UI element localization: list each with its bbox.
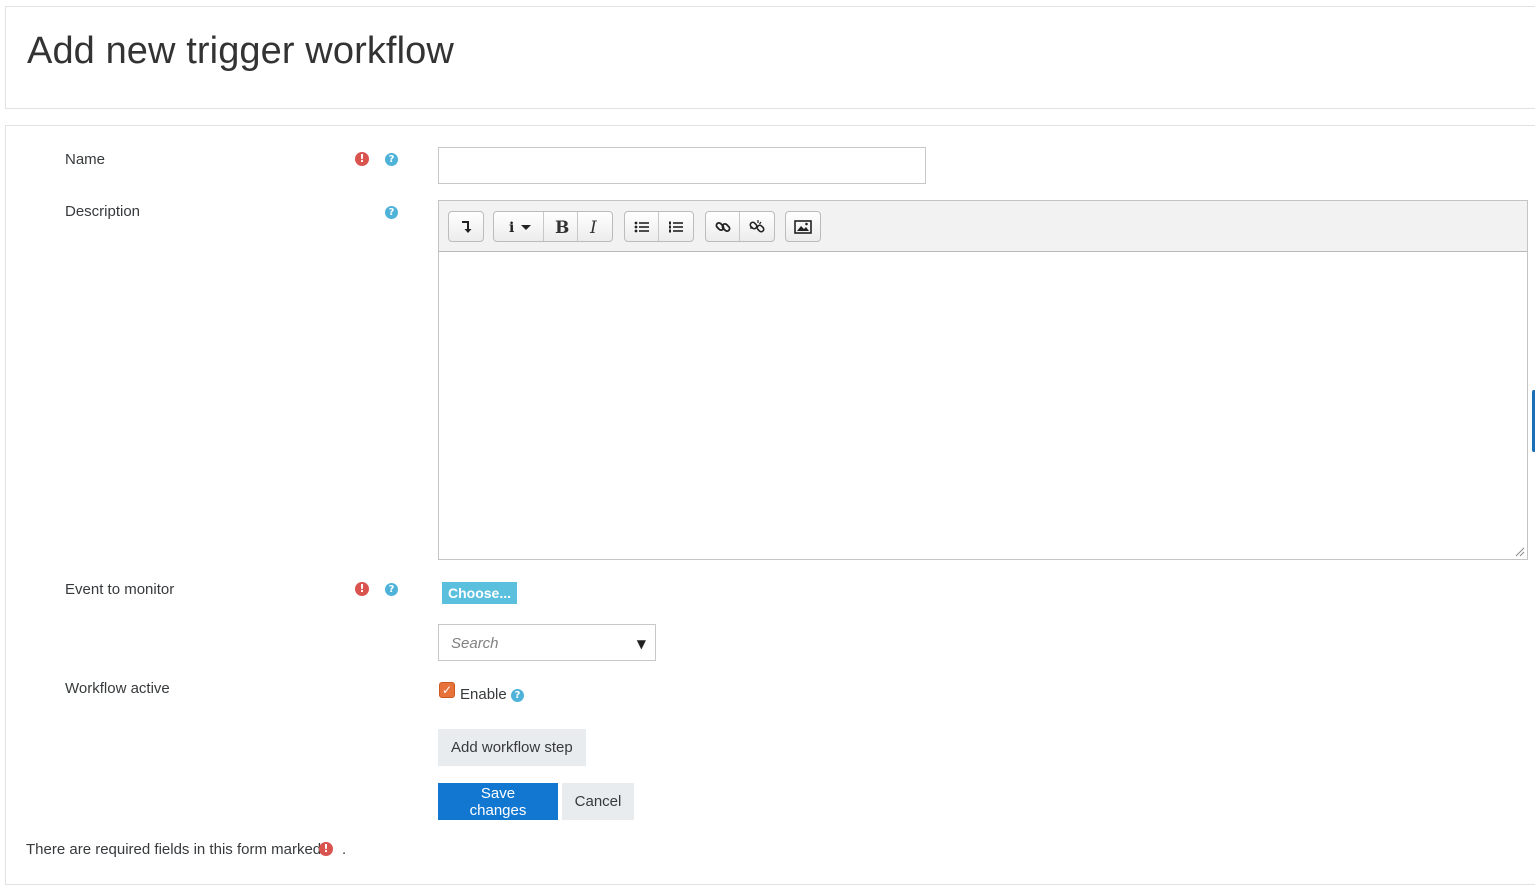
bold-icon[interactable]: B (544, 212, 578, 241)
svg-text:I: I (589, 218, 597, 236)
required-note-period: . (342, 841, 347, 858)
save-button[interactable]: Save changes (438, 783, 558, 820)
page-header: Add new trigger workflow (5, 6, 1535, 109)
enable-label: Enable (460, 686, 507, 703)
unlink-icon[interactable] (740, 212, 774, 241)
toolbar-group-list (624, 211, 694, 242)
help-icon[interactable]: ? (511, 689, 524, 702)
page-title: Add new trigger workflow (27, 30, 454, 72)
event-label: Event to monitor (65, 581, 175, 598)
name-input[interactable] (438, 147, 926, 184)
collapse-toolbar-icon[interactable] (449, 212, 483, 241)
description-label: Description (65, 203, 141, 220)
paragraph-styles-icon[interactable]: i (494, 212, 544, 241)
required-icon: ! (355, 152, 369, 166)
svg-text:i: i (509, 220, 514, 235)
required-icon: ! (355, 582, 369, 596)
help-icon[interactable]: ? (385, 206, 398, 219)
toolbar-group-image (785, 211, 821, 242)
unordered-list-icon[interactable] (625, 212, 659, 241)
ordered-list-icon[interactable] (659, 212, 693, 241)
link-icon[interactable] (706, 212, 740, 241)
italic-icon[interactable]: I (578, 212, 612, 241)
image-icon[interactable] (786, 212, 820, 241)
resize-grip-icon[interactable] (1513, 545, 1525, 557)
svg-text:B: B (555, 218, 569, 236)
choose-event-button[interactable]: Choose... (442, 582, 518, 604)
help-icon[interactable]: ? (385, 153, 398, 166)
event-search-select[interactable]: Search ▼ (438, 624, 656, 661)
description-editor: i B I (438, 200, 1528, 560)
required-fields-note: There are required fields in this form m… (26, 841, 322, 858)
toolbar-group-style: i B I (493, 211, 613, 242)
search-placeholder: Search (451, 635, 499, 652)
enable-checkbox[interactable]: ✓ (439, 682, 455, 698)
help-icon[interactable]: ? (385, 583, 398, 596)
toolbar-group-collapse (448, 211, 484, 242)
cancel-button[interactable]: Cancel (562, 783, 634, 820)
toolbar-group-links (705, 211, 775, 242)
add-workflow-step-button[interactable]: Add workflow step (438, 729, 586, 766)
dropdown-arrow-icon: ▼ (636, 637, 646, 651)
required-icon: ! (319, 842, 333, 856)
workflow-active-label: Workflow active (65, 680, 170, 697)
name-label: Name (65, 151, 106, 168)
editor-content-area[interactable] (439, 251, 1527, 559)
